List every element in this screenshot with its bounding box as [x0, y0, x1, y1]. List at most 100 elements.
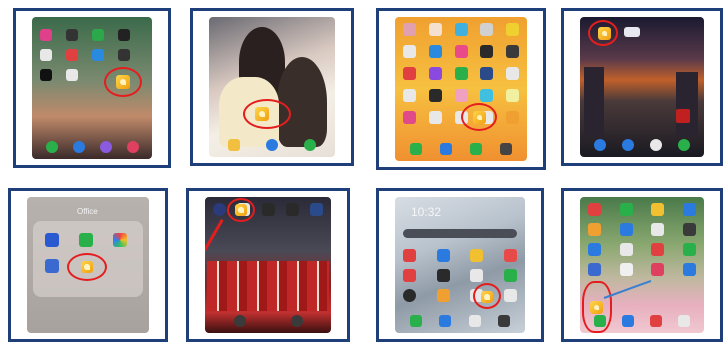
app-icon-tile[interactable] — [480, 67, 494, 80]
app-icon-tile[interactable] — [454, 89, 468, 102]
messages-icon[interactable] — [72, 141, 85, 153]
app-icon-tile[interactable] — [436, 269, 450, 282]
camera-icon[interactable] — [500, 143, 512, 155]
app-icon-tile[interactable] — [651, 223, 665, 236]
app-icon-tile[interactable] — [454, 23, 468, 36]
camera-icon[interactable] — [678, 315, 690, 327]
photos-icon[interactable] — [113, 233, 127, 247]
wallpaper-figure — [277, 57, 327, 147]
app-icon-tile[interactable] — [436, 289, 450, 302]
app-icon-tile[interactable] — [503, 289, 517, 302]
app-icon-tile[interactable] — [619, 223, 633, 236]
app-icon-tile[interactable] — [503, 249, 517, 262]
app-icon-tile[interactable] — [503, 269, 517, 282]
browser-icon[interactable] — [468, 315, 481, 327]
browser-icon[interactable] — [266, 139, 278, 151]
app-icon-tile[interactable] — [480, 89, 494, 102]
app-icon-tile[interactable] — [619, 263, 633, 276]
app-icon-tile[interactable] — [506, 45, 519, 58]
dock — [215, 138, 329, 152]
app-icon-tile[interactable] — [285, 203, 299, 216]
messages-icon[interactable] — [622, 315, 634, 327]
phone-icon[interactable] — [45, 141, 58, 153]
phone-icon[interactable] — [304, 139, 316, 151]
browser-icon[interactable] — [650, 315, 662, 327]
app-icon-tile[interactable] — [261, 203, 275, 216]
app-icon-tile[interactable] — [682, 203, 696, 216]
app-icon-tile[interactable] — [403, 269, 416, 282]
app-icon-tile[interactable] — [682, 243, 696, 256]
app-icon-tile[interactable] — [506, 67, 519, 80]
app-icon-tile[interactable] — [428, 45, 442, 58]
app-icon-tile[interactable] — [619, 243, 633, 256]
browser-icon[interactable] — [650, 139, 662, 151]
phone-icon[interactable] — [594, 315, 606, 327]
app-icon-tile[interactable] — [428, 67, 442, 80]
app-icon-tile[interactable] — [118, 49, 130, 61]
app-icon-tile[interactable] — [619, 203, 633, 216]
messages-icon[interactable] — [290, 315, 303, 327]
app-icon-tile[interactable] — [66, 29, 78, 41]
app-icon-tile[interactable] — [470, 269, 484, 282]
app-icon-tile[interactable] — [588, 203, 601, 216]
app-icon-tile[interactable] — [588, 223, 601, 236]
phone-icon[interactable] — [233, 315, 246, 327]
weather-widget[interactable] — [624, 27, 640, 37]
app-icon-tile[interactable] — [428, 89, 442, 102]
phone-icon[interactable] — [594, 139, 606, 151]
app-icon-tile[interactable] — [92, 49, 104, 61]
camera-icon[interactable] — [126, 141, 139, 153]
app-icon-tile[interactable] — [45, 259, 59, 273]
app-icon-tile[interactable] — [403, 45, 416, 58]
app-icon-tile[interactable] — [682, 223, 696, 236]
wallpaper-bus — [676, 109, 690, 123]
folder-icon[interactable] — [228, 139, 240, 151]
app-icon-tile[interactable] — [403, 289, 416, 302]
app-icon-tile[interactable] — [118, 29, 130, 41]
app-icon-tile[interactable] — [506, 111, 519, 124]
app-icon-tile[interactable] — [40, 69, 52, 81]
app-icon-tile[interactable] — [66, 69, 78, 81]
app-icon-tile[interactable] — [480, 45, 494, 58]
app-icon-tile[interactable] — [40, 29, 52, 41]
phone-icon[interactable] — [410, 143, 422, 155]
app-icon-tile[interactable] — [310, 203, 323, 216]
app-icon-tile[interactable] — [454, 67, 468, 80]
app-icon-tile[interactable] — [651, 263, 665, 276]
camera-icon[interactable] — [678, 139, 690, 151]
app-icon-tile[interactable] — [428, 23, 442, 36]
app-icon-tile[interactable] — [588, 263, 601, 276]
app-icon-tile[interactable] — [436, 249, 450, 262]
app-icon-tile[interactable] — [454, 45, 468, 58]
app-icon-tile[interactable] — [403, 249, 416, 262]
messages-icon[interactable] — [622, 139, 634, 151]
app-icon-tile[interactable] — [428, 111, 442, 124]
app-icon-tile[interactable] — [403, 111, 416, 124]
app-icon-tile[interactable] — [213, 203, 226, 216]
camera-icon[interactable] — [498, 315, 511, 327]
app-icon-tile[interactable] — [651, 203, 665, 216]
app-icon-tile[interactable] — [506, 23, 519, 36]
app-icon-tile[interactable] — [92, 29, 104, 41]
search-bar[interactable] — [403, 229, 517, 238]
messages-icon[interactable] — [470, 143, 482, 155]
phone-screen: 10:32 — [395, 197, 525, 333]
app-icon-tile[interactable] — [79, 233, 93, 247]
app-icon-tile[interactable] — [480, 23, 494, 36]
app-icon-tile[interactable] — [403, 23, 416, 36]
phone-screen — [209, 17, 335, 157]
app-icon-tile[interactable] — [45, 233, 59, 247]
app-icon-tile[interactable] — [40, 49, 52, 61]
app-icon-tile[interactable] — [682, 263, 696, 276]
phone-icon[interactable] — [409, 315, 422, 327]
messages-icon[interactable] — [439, 315, 452, 327]
app-icon-tile[interactable] — [588, 243, 601, 256]
app-icon-tile[interactable] — [506, 89, 519, 102]
app-icon-tile[interactable] — [66, 49, 78, 61]
app-icon-tile[interactable] — [403, 67, 416, 80]
app-icon-tile[interactable] — [403, 89, 416, 102]
browser-icon[interactable] — [440, 143, 452, 155]
app-icon-tile[interactable] — [470, 249, 484, 262]
browser-icon[interactable] — [99, 141, 112, 153]
app-icon-tile[interactable] — [651, 243, 665, 256]
